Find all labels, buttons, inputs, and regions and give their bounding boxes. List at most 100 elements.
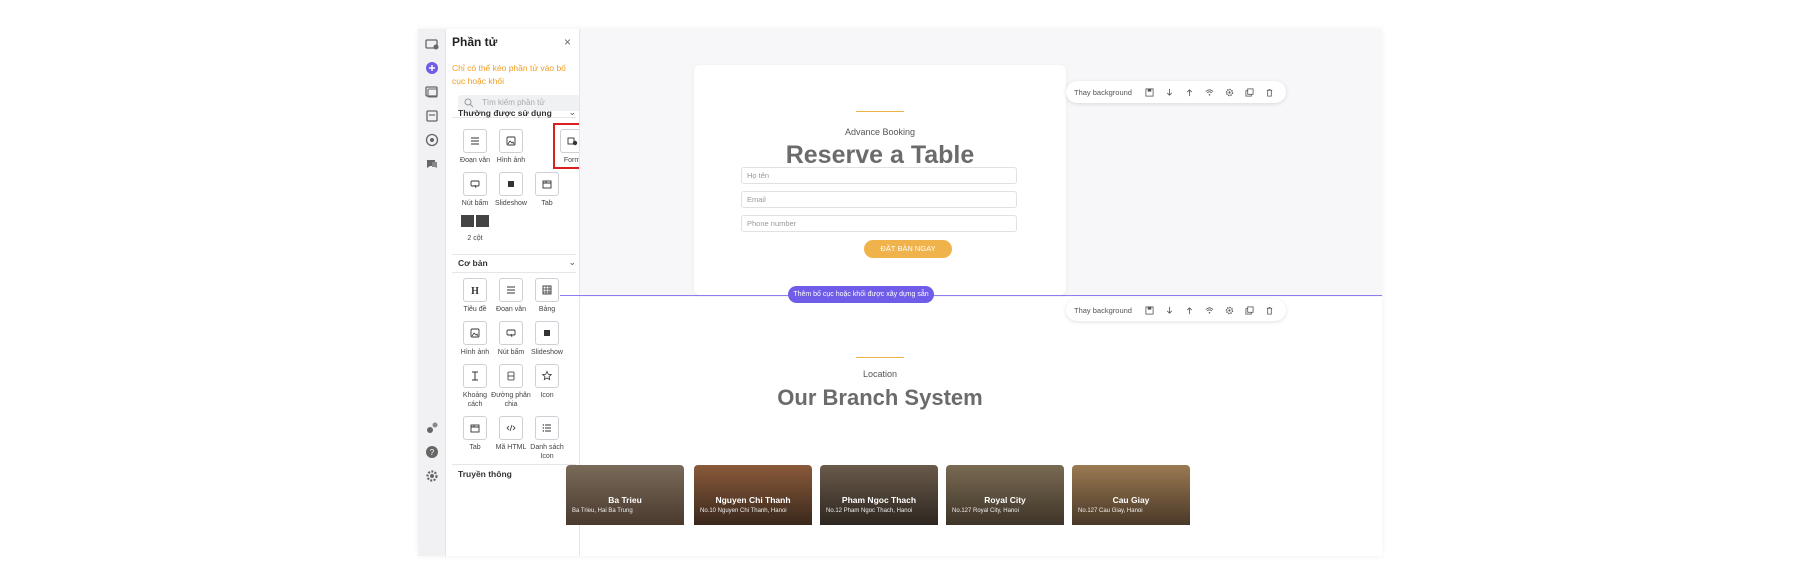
element-divider[interactable]: Đường phân chia [491, 364, 531, 409]
chat-icon[interactable] [423, 155, 441, 173]
accent-divider [856, 357, 904, 358]
section-media-header[interactable]: Truyền thông ⌄ [458, 468, 576, 479]
element-table[interactable]: Bảng [527, 278, 567, 314]
button-icon [506, 329, 516, 338]
sections-icon[interactable] [423, 107, 441, 125]
visibility-icon[interactable] [1200, 303, 1220, 317]
delete-icon[interactable] [1260, 303, 1280, 317]
element-icon[interactable]: Icon [527, 364, 567, 400]
search-placeholder: Tìm kiếm phần tử [482, 98, 545, 107]
element-icon-list[interactable]: Danh sách Icon [527, 416, 567, 461]
element-spacing[interactable]: Khoảng cách [455, 364, 495, 409]
paragraph-icon [507, 286, 515, 294]
section-common-header[interactable]: Thường được sử dụng ⌄ [458, 107, 576, 118]
duplicate-icon[interactable] [1240, 85, 1260, 99]
element-heading[interactable]: H Tiêu đề [455, 278, 495, 314]
element-button[interactable]: Nút bấm [455, 172, 495, 208]
save-icon[interactable] [1140, 303, 1160, 317]
delete-icon[interactable] [1260, 85, 1280, 99]
booking-subtitle: Advance Booking [844, 127, 916, 137]
move-up-icon[interactable] [1180, 303, 1200, 317]
section-toolbar: Thay background [1066, 81, 1286, 103]
section-title: Cơ bản [458, 258, 488, 268]
spacing-icon [472, 371, 478, 381]
svg-text:?: ? [430, 448, 435, 457]
visibility-icon[interactable] [1200, 85, 1220, 99]
settings-icon[interactable] [423, 467, 441, 485]
element-paragraph[interactable]: Đoạn văn [455, 129, 495, 165]
branch-card[interactable]: Pham Ngoc Thach No.12 Pham Ngoc Thach, H… [820, 465, 938, 525]
panel-hint: Chỉ có thể kéo phần tử vào bố cục hoặc k… [452, 63, 566, 86]
booking-section[interactable]: Advance Booking Reserve a Table Họ tên E… [694, 65, 1066, 295]
element-panel: Phần tử × Chỉ có thể kéo phần tử vào bố … [446, 29, 580, 556]
heading-icon: H [471, 286, 479, 296]
chevron-down-icon: ⌄ [568, 257, 576, 267]
users-icon[interactable] [423, 419, 441, 437]
name-field[interactable]: Họ tên [741, 167, 1017, 184]
theme-icon[interactable] [423, 131, 441, 149]
element-button[interactable]: Nút bấm [491, 321, 531, 357]
gear-icon[interactable] [1220, 303, 1240, 317]
element-image[interactable]: Hình ảnh [455, 321, 495, 357]
move-up-icon[interactable] [1180, 85, 1200, 99]
section-title: Thường được sử dụng [458, 108, 552, 118]
slideshow-icon [508, 181, 514, 187]
element-slideshow[interactable]: Slideshow [527, 321, 567, 357]
element-slideshow[interactable]: Slideshow [491, 172, 531, 208]
svg-text:H: H [471, 286, 479, 296]
tab-icon [542, 180, 552, 189]
tab-icon [470, 424, 480, 433]
code-icon [506, 424, 516, 432]
reserve-button[interactable]: ĐẶT BÀN NGAY [864, 240, 952, 258]
element-image[interactable]: Hình ảnh [491, 129, 531, 165]
duplicate-icon[interactable] [1240, 303, 1260, 317]
panel-title: Phần tử [452, 35, 498, 49]
divider [452, 272, 576, 273]
help-icon[interactable]: ? [423, 443, 441, 461]
divider [452, 464, 576, 465]
slideshow-icon [544, 330, 550, 336]
element-two-column[interactable]: 2 cột [455, 215, 495, 243]
divider-icon [507, 371, 515, 381]
branch-section[interactable]: Location Our Branch System Ba Trieu Ba T… [566, 297, 1382, 556]
gear-icon[interactable] [1220, 85, 1240, 99]
email-field[interactable]: Email [741, 191, 1017, 208]
branch-title: Our Branch System [777, 385, 983, 410]
branch-card[interactable]: Ba Trieu Ba Trieu, Hai Ba Trung [566, 465, 684, 525]
divider [452, 254, 576, 255]
move-down-icon[interactable] [1160, 303, 1180, 317]
section-toolbar: Thay background [1066, 299, 1286, 321]
editor-canvas: Advance Booking Reserve a Table Họ tên E… [560, 29, 1382, 556]
change-background-button[interactable]: Thay background [1074, 306, 1132, 315]
element-tab[interactable]: Tab [527, 172, 567, 208]
form-highlight-box [553, 123, 579, 169]
save-icon[interactable] [1140, 85, 1160, 99]
star-icon [541, 370, 553, 381]
element-html[interactable]: Mã HTML [491, 416, 531, 452]
section-insert-line [560, 295, 1382, 296]
icon-rail: ? [418, 29, 446, 556]
paragraph-icon [471, 137, 479, 145]
section-basic-header[interactable]: Cơ bản ⌄ [458, 257, 576, 268]
element-paragraph[interactable]: Đoạn văn [491, 278, 531, 314]
image-icon [470, 328, 480, 338]
icon-list-icon [542, 424, 551, 432]
move-down-icon[interactable] [1160, 85, 1180, 99]
close-icon[interactable]: × [564, 35, 571, 49]
section-title: Truyền thông [458, 469, 512, 479]
phone-field[interactable]: Phone number [741, 215, 1017, 232]
editor-window: ? Phần tử × Chỉ có thể kéo phần tử vào b… [418, 29, 1382, 556]
element-tab[interactable]: Tab [455, 416, 495, 452]
pages-icon[interactable] [423, 35, 441, 53]
image-icon [506, 136, 516, 146]
branch-card[interactable]: Royal City No.127 Royal City, Hanoi [946, 465, 1064, 525]
change-background-button[interactable]: Thay background [1074, 88, 1132, 97]
branch-card[interactable]: Nguyen Chi Thanh No.10 Nguyen Chi Thanh,… [694, 465, 812, 525]
chevron-down-icon: ⌄ [568, 107, 576, 117]
add-layout-button[interactable]: Thêm bố cục hoặc khối được xây dựng sẵn [788, 286, 934, 303]
branch-card[interactable]: Cau Giay No.127 Cau Giay, Hanoi [1072, 465, 1190, 525]
layers-icon[interactable] [423, 83, 441, 101]
button-icon [470, 180, 480, 189]
two-column-icon [461, 215, 489, 227]
add-element-icon[interactable] [423, 59, 441, 77]
